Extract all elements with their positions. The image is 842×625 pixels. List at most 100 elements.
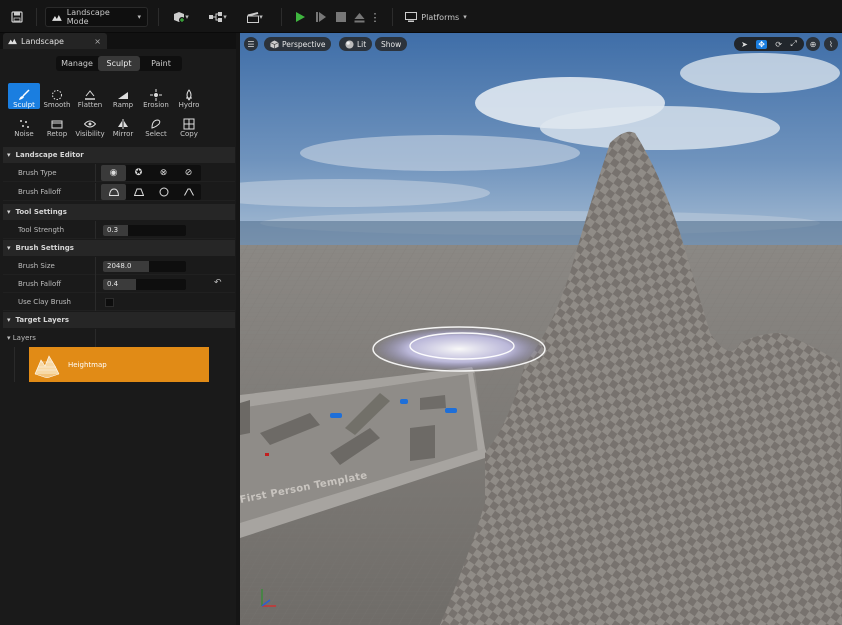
snapping-icon: ⌇ xyxy=(829,39,833,49)
spherical-falloff-icon[interactable] xyxy=(151,184,176,200)
landscape-mode-icon xyxy=(8,38,17,45)
cinematics-button[interactable]: ▾ xyxy=(242,7,268,27)
row-brush-falloff: Brush Falloff 0.4 ↶ xyxy=(3,274,235,293)
eject-icon xyxy=(354,12,364,22)
perspective-label: Perspective xyxy=(282,39,326,49)
play-button[interactable] xyxy=(291,7,309,27)
row-divider xyxy=(95,274,96,293)
alpha-brush-icon[interactable]: ✪ xyxy=(126,165,151,181)
move-icon[interactable]: ✥ xyxy=(756,39,767,49)
sphere-icon xyxy=(345,39,354,49)
mode-sculpt[interactable]: Sculpt xyxy=(98,56,140,71)
toolbar-divider xyxy=(281,8,282,26)
chevron-down-icon: ▾ xyxy=(463,13,467,21)
tab-landscape[interactable]: Landscape × xyxy=(3,33,107,49)
add-content-button[interactable]: ▾ xyxy=(168,7,194,27)
tool-label: Retop xyxy=(46,130,68,138)
row-layers[interactable]: ▾ Layers xyxy=(3,329,235,347)
component-brush-icon[interactable]: ⊘ xyxy=(176,165,201,181)
close-icon[interactable]: × xyxy=(94,37,101,46)
play-options-button[interactable]: ⋮ xyxy=(370,7,381,27)
rotate-icon[interactable]: ⟳ xyxy=(775,40,782,49)
surface-snapping-button[interactable]: ⌇ xyxy=(824,37,838,51)
circle-brush-icon[interactable]: ◉ xyxy=(101,164,126,181)
viewport-options-button[interactable]: ☰ xyxy=(244,37,258,51)
toolbar-divider xyxy=(158,8,159,26)
cube-icon xyxy=(270,39,279,49)
tool-label: Copy xyxy=(180,130,198,138)
tool-smooth[interactable]: Smooth xyxy=(41,83,73,109)
tool-noise[interactable]: Noise xyxy=(8,112,40,138)
section-title: Target Layers xyxy=(15,316,70,324)
show-button[interactable]: Show xyxy=(375,37,408,51)
row-label: Brush Type xyxy=(18,168,57,177)
row-divider xyxy=(95,220,96,239)
save-button[interactable] xyxy=(8,7,26,27)
mode-dropdown[interactable]: Landscape Mode ▾ xyxy=(45,7,148,27)
add-content-icon xyxy=(174,12,186,23)
use-clay-brush-checkbox[interactable] xyxy=(105,298,114,307)
toolbar-divider xyxy=(36,8,37,26)
level-viewport[interactable]: First Person Template ☰ Perspective Lit … xyxy=(240,33,842,625)
blueprint-button[interactable]: ▾ xyxy=(205,7,231,27)
tool-label: Visibility xyxy=(75,130,105,138)
row-label: ▾ Layers xyxy=(3,334,95,342)
row-brush-falloff-type: Brush Falloff xyxy=(3,182,235,201)
platforms-button[interactable]: Platforms ▾ xyxy=(403,7,469,27)
row-divider xyxy=(95,182,96,201)
play-icon xyxy=(295,12,305,22)
row-use-clay-brush: Use Clay Brush xyxy=(3,292,235,311)
section-brush-settings[interactable]: ▾ Brush Settings xyxy=(3,240,235,256)
hamburger-menu-icon: ☰ xyxy=(247,39,255,49)
tool-erosion[interactable]: Erosion xyxy=(140,83,172,109)
section-landscape-editor[interactable]: ▾ Landscape Editor xyxy=(3,147,235,163)
pattern-brush-icon[interactable]: ⊗ xyxy=(151,165,176,181)
section-target-layers[interactable]: ▾ Target Layers xyxy=(3,312,235,328)
lit-button[interactable]: Lit xyxy=(339,37,373,51)
layer-heightmap[interactable]: Heightmap xyxy=(29,347,209,382)
tool-mirror[interactable]: Mirror xyxy=(107,112,139,138)
world-local-toggle[interactable]: ⊕ xyxy=(806,37,820,51)
section-tool-settings[interactable]: ▾ Tool Settings xyxy=(3,204,235,220)
brush-size-input[interactable]: 2048.0 xyxy=(103,261,186,272)
layer-heightmap-label: Heightmap xyxy=(68,360,107,369)
main-toolbar: Landscape Mode ▾ ▾ ▾ ▾ ⋮ Platforms ▾ xyxy=(0,0,842,33)
scale-icon[interactable]: ⤢ xyxy=(790,39,796,49)
clapperboard-icon xyxy=(247,11,260,23)
brush-falloff-input[interactable]: 0.4 xyxy=(103,279,186,290)
tool-sculpt[interactable]: Sculpt xyxy=(8,83,40,109)
tool-hydro[interactable]: Hydro xyxy=(173,83,205,109)
row-brush-size: Brush Size 2048.0 xyxy=(3,256,235,275)
tool-strength-input[interactable]: 0.3 xyxy=(103,225,186,236)
linear-falloff-icon[interactable] xyxy=(126,184,151,200)
tool-retop[interactable]: Retop xyxy=(41,112,73,138)
tool-label: Flatten xyxy=(77,101,103,109)
reset-to-default-icon[interactable]: ↶ xyxy=(214,278,222,288)
tool-visibility[interactable]: Visibility xyxy=(74,112,106,138)
advance-frame-button[interactable] xyxy=(313,7,329,27)
tool-copy[interactable]: Copy xyxy=(173,112,205,138)
perspective-button[interactable]: Perspective xyxy=(264,37,332,51)
chevron-down-icon: ▾ xyxy=(7,244,11,252)
mode-paint[interactable]: Paint xyxy=(140,56,182,71)
tool-flatten[interactable]: Flatten xyxy=(74,83,106,109)
tool-ramp[interactable]: Ramp xyxy=(107,83,139,109)
smooth-falloff-icon[interactable] xyxy=(101,183,126,200)
tool-label: Mirror xyxy=(112,130,134,138)
select-arrow-icon[interactable]: ➤ xyxy=(741,40,748,49)
tool-strength-value: 0.3 xyxy=(107,226,119,234)
stop-button[interactable] xyxy=(333,7,349,27)
row-label: Tool Strength xyxy=(18,225,65,234)
tool-label: Hydro xyxy=(178,101,200,109)
brush-size-value: 2048.0 xyxy=(107,262,132,270)
eject-button[interactable] xyxy=(351,7,367,27)
noise-icon xyxy=(20,120,29,128)
row-label: Use Clay Brush xyxy=(18,297,71,306)
mode-manage[interactable]: Manage xyxy=(56,56,98,71)
tool-select[interactable]: Select xyxy=(140,112,172,138)
chevron-down-icon: ▾ xyxy=(259,13,263,21)
tip-falloff-icon[interactable] xyxy=(176,184,201,200)
flatten-icon xyxy=(85,90,95,100)
chevron-down-icon: ▾ xyxy=(223,13,227,21)
save-icon xyxy=(11,11,23,23)
